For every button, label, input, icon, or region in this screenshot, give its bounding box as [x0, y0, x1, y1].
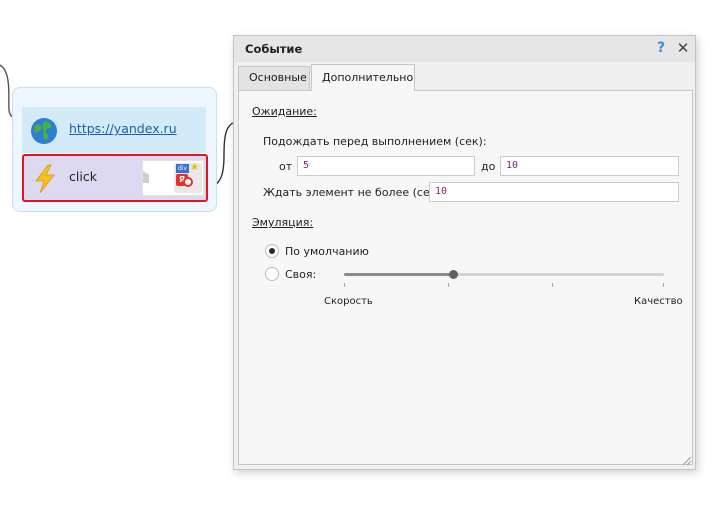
- thumbnail-badge: div: [176, 164, 189, 173]
- from-label: от: [279, 160, 293, 173]
- dialog-title: Событие: [245, 42, 303, 56]
- emulation-section-title: Эмуляция:: [252, 216, 314, 229]
- cursor-ring-icon: [183, 177, 193, 187]
- navigate-block[interactable]: https://yandex.ru: [22, 107, 206, 153]
- tab-advanced[interactable]: Дополнительно: [311, 64, 415, 91]
- emulation-slider[interactable]: [344, 270, 664, 279]
- to-label: до: [481, 160, 496, 173]
- click-block[interactable]: click div Я ★: [22, 154, 208, 202]
- slider-thumb[interactable]: [448, 270, 458, 279]
- slider-tick: [448, 283, 449, 287]
- slider-fill: [344, 273, 453, 276]
- advanced-panel: Ожидание: Подождать перед выполнением (с…: [238, 90, 693, 465]
- wait-element-label: Ждать элемент не более (сек):: [263, 186, 445, 199]
- tab-bar: Основные Дополнительно: [238, 64, 688, 91]
- radio-custom-label[interactable]: Своя:: [285, 268, 316, 281]
- radio-default-label[interactable]: По умолчанию: [285, 245, 369, 258]
- tab-main[interactable]: Основные: [238, 66, 310, 90]
- radio-custom[interactable]: [265, 267, 279, 281]
- slider-tick: [552, 283, 553, 287]
- close-icon[interactable]: ✕: [675, 39, 691, 57]
- slider-min-label: Скорость: [324, 296, 373, 307]
- help-icon[interactable]: ?: [654, 39, 668, 57]
- navigate-url[interactable]: https://yandex.ru: [69, 121, 177, 136]
- dialog-titlebar[interactable]: Событие ? ✕: [234, 36, 695, 62]
- star-icon: ★: [190, 162, 199, 173]
- radio-default[interactable]: [265, 244, 279, 258]
- element-thumbnail: div Я ★: [142, 160, 204, 196]
- lightning-icon: [35, 164, 55, 194]
- wait-before-label: Подождать перед выполнением (сек):: [263, 135, 487, 148]
- resize-grip-icon[interactable]: [680, 454, 692, 466]
- wait-to-input[interactable]: 10: [500, 156, 679, 176]
- globe-icon: [31, 118, 57, 144]
- slider-max-label: Качество: [634, 296, 683, 307]
- wait-section-title: Ожидание:: [252, 105, 317, 118]
- slider-tick: [344, 283, 345, 287]
- click-label: click: [69, 169, 97, 184]
- wait-from-input[interactable]: 5: [297, 156, 475, 176]
- wait-element-input[interactable]: 10: [429, 182, 679, 202]
- event-dialog: Событие ? ✕ Основные Дополнительно Ожида…: [233, 35, 696, 470]
- slider-tick: [663, 283, 664, 287]
